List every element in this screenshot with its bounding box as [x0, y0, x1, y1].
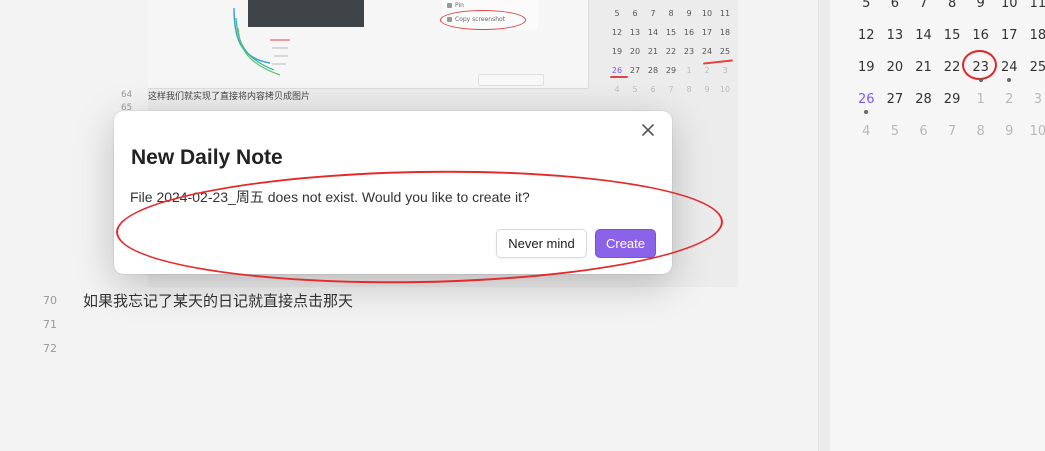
calendar-day[interactable]: 11 — [1024, 0, 1045, 11]
calendar-day[interactable]: 29 — [938, 92, 967, 107]
note-dot-icon — [864, 109, 869, 114]
embedded-scroll-stub — [478, 74, 544, 86]
calendar-day[interactable]: 25 — [1024, 60, 1045, 75]
editor-line-text: 这样我们就实现了直接将内容拷贝成图片 — [148, 92, 311, 102]
note-dot-icon — [1007, 77, 1012, 82]
calendar-day[interactable]: 12 — [852, 28, 881, 43]
calendar-day[interactable]: 8 — [966, 124, 995, 139]
calendar-day[interactable]: 26 — [852, 91, 881, 114]
today-annotation-circle — [962, 49, 998, 80]
embedded-editor-area: Pin Copy screenshot — [148, 0, 589, 89]
calendar-day[interactable]: 8 — [938, 0, 967, 11]
calendar-day[interactable]: 10 — [1024, 124, 1045, 139]
dialog-message: File 2024-02-23_周五 does not exist. Would… — [130, 189, 530, 205]
calendar-day[interactable]: 17 — [995, 28, 1024, 43]
calendar-sidebar: 5 6 7 8 9 10 11 12 13 14 15 16 17 18 19 … — [830, 0, 1045, 451]
calendar-day[interactable]: 14 — [909, 28, 938, 43]
calendar-grid: 5 6 7 8 9 10 11 12 13 14 15 16 17 18 19 … — [852, 0, 1045, 147]
calendar-day[interactable]: 9 — [966, 0, 995, 11]
calendar-day[interactable]: 2 — [995, 92, 1024, 107]
close-icon[interactable] — [639, 121, 657, 139]
embedded-mini-calendar: 5 6 7 8 9 10 11 12 13 14 15 16 17 18 19 20 21 22 23 24 25 … — [611, 9, 731, 94]
calendar-day[interactable]: 1 — [966, 92, 995, 107]
editor-line[interactable]: 70 如果我忘记了某天的日记就直接点击那天 — [30, 289, 353, 311]
embedded-red-annotation — [440, 10, 526, 30]
calendar-day-label: 24 — [1000, 59, 1018, 75]
note-dot-icon — [978, 77, 983, 82]
calendar-day[interactable]: 18 — [1024, 28, 1045, 43]
embedded-red-mark — [610, 76, 628, 78]
calendar-day-today[interactable]: 23 — [962, 49, 998, 82]
calendar-day[interactable]: 5 — [852, 0, 881, 11]
calendar-day[interactable]: 13 — [881, 28, 910, 43]
calendar-day[interactable]: 21 — [909, 60, 938, 75]
calendar-day[interactable]: 9 — [995, 124, 1024, 139]
calendar-day[interactable]: 20 — [881, 60, 910, 75]
editor-line[interactable]: 71 — [30, 313, 83, 335]
embedded-outline-tree — [233, 8, 290, 76]
calendar-day[interactable]: 28 — [909, 92, 938, 107]
calendar-day[interactable]: 5 — [881, 124, 910, 139]
new-daily-note-dialog: New Daily Note File 2024-02-23_周五 does n… — [114, 111, 672, 274]
calendar-day[interactable]: 7 — [938, 124, 967, 139]
calendar-day[interactable]: 15 — [938, 28, 967, 43]
create-button[interactable]: Create — [595, 229, 656, 258]
calendar-day[interactable]: 3 — [1024, 92, 1045, 107]
app-window: Pin Copy screenshot 5 6 7 8 9 10 11 12 13 14 15 16… — [0, 0, 1045, 451]
never-mind-button[interactable]: Never mind — [496, 229, 587, 258]
editor-line[interactable]: 72 — [30, 337, 83, 359]
calendar-day[interactable]: 10 — [995, 0, 1024, 11]
calendar-day-label: 26 — [858, 91, 875, 107]
calendar-day[interactable]: 7 — [909, 0, 938, 11]
editor-line-text[interactable]: 如果我忘记了某天的日记就直接点击那天 — [83, 290, 353, 311]
calendar-day[interactable]: 16 — [966, 28, 995, 43]
calendar-day[interactable]: 4 — [852, 124, 881, 139]
dialog-title: New Daily Note — [131, 146, 283, 169]
calendar-day[interactable]: 24 — [995, 59, 1024, 82]
line-number: 72 — [43, 341, 57, 355]
calendar-day[interactable]: 6 — [881, 0, 910, 11]
line-number: 64 — [121, 90, 132, 100]
calendar-day[interactable]: 6 — [909, 124, 938, 139]
line-number: 70 — [43, 293, 57, 307]
calendar-day[interactable]: 27 — [881, 92, 910, 107]
line-number: 71 — [43, 317, 57, 331]
embedded-menu-pin: Pin — [455, 2, 464, 9]
pin-icon — [447, 3, 452, 8]
calendar-day[interactable]: 19 — [852, 60, 881, 75]
